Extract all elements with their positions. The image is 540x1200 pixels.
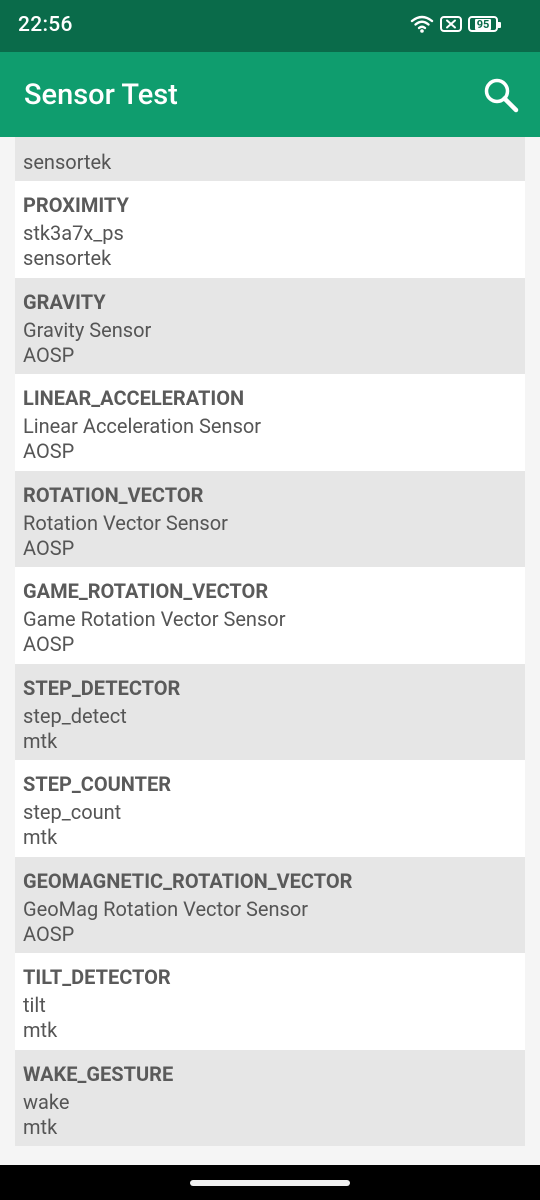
sensor-type: WAKE_GESTURE <box>23 1061 174 1086</box>
app-bar: Sensor Test <box>0 52 540 137</box>
sensor-vendor: AOSP <box>23 535 75 560</box>
sensor-type: GRAVITY <box>23 289 106 314</box>
status-bar: 22:56 95 <box>0 0 540 52</box>
list-item[interactable]: GAME_ROTATION_VECTOR Game Rotation Vecto… <box>15 567 525 664</box>
sensor-vendor: AOSP <box>23 632 75 656</box>
search-button[interactable] <box>482 76 522 116</box>
status-icons: 95 <box>410 14 501 34</box>
sensor-name: stk3a7x_ps <box>23 221 124 245</box>
sensor-type: GEOMAGNETIC_ROTATION_VECTOR <box>23 868 353 893</box>
wifi-icon <box>410 14 434 34</box>
list-item[interactable]: STEP_DETECTOR step_detect mtk <box>15 663 525 760</box>
home-indicator[interactable] <box>190 1180 350 1186</box>
sensor-name: Linear Acceleration Sensor <box>23 414 262 438</box>
sensor-vendor: mtk <box>23 825 58 849</box>
list-item[interactable]: GEOMAGNETIC_ROTATION_VECTOR GeoMag Rotat… <box>15 856 525 953</box>
sensor-type: STEP_COUNTER <box>23 772 172 796</box>
sensor-vendor: AOSP <box>23 342 75 367</box>
app-title: Sensor Test <box>24 78 178 112</box>
sensor-vendor: sensortek <box>23 246 112 270</box>
sensor-vendor: mtk <box>23 728 58 753</box>
sensor-vendor: mtk <box>23 1114 58 1139</box>
sensor-type: TILT_DETECTOR <box>23 965 171 989</box>
sensor-name: step_count <box>23 800 122 824</box>
list-item[interactable]: GRAVITY Gravity Sensor AOSP <box>15 277 525 374</box>
sensor-type: PROXIMITY <box>23 193 129 217</box>
sensor-name: Gravity Sensor <box>23 317 152 342</box>
list-item[interactable]: WAKE_GESTURE wake mtk <box>15 1049 525 1146</box>
list-item[interactable]: STEP_COUNTER step_count mtk <box>15 760 525 857</box>
battery-icon: 95 <box>468 16 501 32</box>
sensor-name: GeoMag Rotation Vector Sensor <box>23 896 309 921</box>
list-item[interactable]: ROTATION_VECTOR Rotation Vector Sensor A… <box>15 470 525 567</box>
battery-level: 95 <box>474 17 492 31</box>
sensor-name: Rotation Vector Sensor <box>23 510 228 535</box>
list-item-partial[interactable]: sensortek <box>15 137 525 181</box>
sensor-vendor: AOSP <box>23 921 75 946</box>
sim-no-signal-icon <box>440 16 462 32</box>
sensor-name: step_detect <box>23 703 127 728</box>
sensor-vendor: AOSP <box>23 439 75 463</box>
sensor-name: Game Rotation Vector Sensor <box>23 607 286 631</box>
sensor-type: STEP_DETECTOR <box>23 675 181 700</box>
sensor-name: tilt <box>23 993 46 1017</box>
search-icon <box>484 78 519 113</box>
navigation-bar <box>0 1165 540 1200</box>
sensor-type: LINEAR_ACCELERATION <box>23 386 245 410</box>
sensor-type: ROTATION_VECTOR <box>23 482 204 507</box>
sensor-list[interactable]: sensortek PROXIMITY stk3a7x_ps sensortek… <box>15 137 525 1146</box>
sensor-vendor: sensortek <box>23 150 112 174</box>
list-item[interactable]: TILT_DETECTOR tilt mtk <box>15 953 525 1050</box>
list-item[interactable]: PROXIMITY stk3a7x_ps sensortek <box>15 181 525 278</box>
sensor-type: GAME_ROTATION_VECTOR <box>23 579 269 603</box>
status-time: 22:56 <box>18 13 73 37</box>
sensor-name: wake <box>23 1089 70 1114</box>
sensor-vendor: mtk <box>23 1018 58 1042</box>
list-item[interactable]: LINEAR_ACCELERATION Linear Acceleration … <box>15 374 525 471</box>
